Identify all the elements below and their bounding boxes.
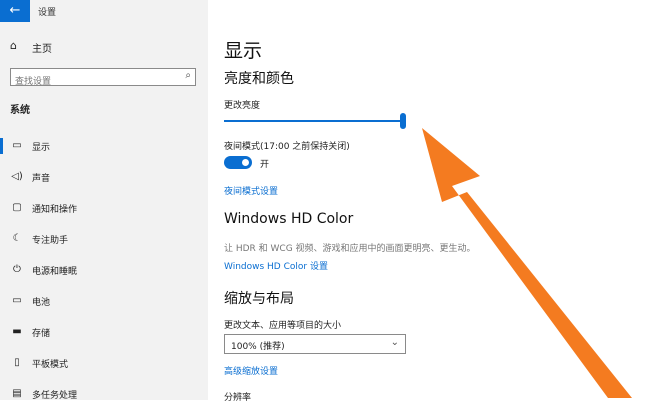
brightness-slider-thumb[interactable] bbox=[400, 113, 406, 129]
speaker-icon: ◁) bbox=[11, 171, 23, 182]
sidebar-item-multitasking[interactable]: ▤ 多任务处理 bbox=[0, 381, 208, 407]
chevron-down-icon: ⌄ bbox=[390, 337, 399, 348]
page-title: 显示 bbox=[224, 40, 263, 62]
home-label: 主页 bbox=[32, 44, 52, 55]
sidebar-item-label: 通知和操作 bbox=[32, 205, 78, 215]
sidebar-item-power[interactable]: ⏻ 电源和睡眠 bbox=[0, 257, 208, 283]
sidebar-item-tablet-mode[interactable]: ▯ 平板模式 bbox=[0, 350, 208, 376]
sidebar-item-label: 存储 bbox=[32, 329, 51, 339]
brightness-color-heading: 亮度和颜色 bbox=[224, 71, 294, 87]
main-content: 显示 亮度和颜色 更改亮度 夜间模式(17:00 之前保持关闭) 开 夜间模式设… bbox=[208, 0, 667, 403]
sidebar-item-focus-assist[interactable]: ☾ 专注助手 bbox=[0, 226, 208, 252]
sidebar: ← 设置 ⌂ 主页 ⌕ 系统 ▭ 显示 ◁) 声音 ▢ 通知和操作 ☾ 专注助手… bbox=[0, 0, 208, 401]
moon-icon: ☾ bbox=[12, 233, 22, 244]
hd-color-settings-link[interactable]: Windows HD Color 设置 bbox=[224, 259, 328, 272]
scale-dropdown[interactable]: 100% (推荐) ⌄ bbox=[224, 334, 406, 354]
sidebar-item-display[interactable]: ▭ 显示 bbox=[0, 133, 208, 159]
night-light-settings-link[interactable]: 夜间模式设置 bbox=[224, 184, 278, 197]
sidebar-item-battery[interactable]: ▭ 电池 bbox=[0, 288, 208, 314]
scale-dropdown-value: 100% (推荐) bbox=[231, 342, 285, 352]
hd-color-description: 让 HDR 和 WCG 视频、游戏和应用中的画面更明亮、更生动。 bbox=[224, 244, 476, 254]
sidebar-item-label: 专注助手 bbox=[32, 236, 69, 246]
search-box[interactable]: ⌕ bbox=[10, 68, 196, 90]
home-item[interactable]: ⌂ 主页 bbox=[0, 36, 208, 58]
monitor-icon: ▭ bbox=[12, 140, 22, 151]
night-light-toggle[interactable] bbox=[224, 156, 252, 169]
active-indicator bbox=[0, 138, 3, 154]
sidebar-item-label: 显示 bbox=[32, 143, 51, 153]
storage-icon: ▬ bbox=[12, 326, 22, 337]
sidebar-item-label: 声音 bbox=[32, 174, 51, 184]
sidebar-item-storage[interactable]: ▬ 存储 bbox=[0, 319, 208, 345]
scale-layout-heading: 缩放与布局 bbox=[224, 291, 294, 307]
night-light-state: 开 bbox=[260, 160, 270, 170]
title-bar: ← 设置 bbox=[0, 0, 208, 22]
search-input[interactable] bbox=[11, 74, 173, 90]
power-icon: ⏻ bbox=[13, 264, 21, 275]
toggle-knob bbox=[242, 159, 249, 166]
section-label: 系统 bbox=[10, 105, 30, 116]
back-button[interactable]: ← bbox=[0, 0, 30, 22]
search-icon[interactable]: ⌕ bbox=[185, 70, 191, 81]
notification-icon: ▢ bbox=[12, 202, 22, 213]
night-light-label: 夜间模式(17:00 之前保持关闭) bbox=[224, 142, 350, 152]
tablet-icon: ▯ bbox=[14, 357, 20, 368]
sidebar-item-sound[interactable]: ◁) 声音 bbox=[0, 164, 208, 190]
sidebar-item-label: 多任务处理 bbox=[32, 391, 78, 401]
brightness-label: 更改亮度 bbox=[224, 101, 261, 111]
hd-color-heading: Windows HD Color bbox=[224, 211, 354, 227]
sidebar-item-label: 电源和睡眠 bbox=[32, 267, 78, 277]
multitask-icon: ▤ bbox=[12, 388, 22, 399]
brightness-slider-track[interactable] bbox=[224, 120, 404, 122]
advanced-scaling-link[interactable]: 高级缩放设置 bbox=[224, 364, 278, 377]
app-title: 设置 bbox=[38, 8, 57, 18]
battery-icon: ▭ bbox=[12, 295, 22, 306]
resolution-label: 分辨率 bbox=[224, 393, 252, 403]
scale-label: 更改文本、应用等项目的大小 bbox=[224, 321, 342, 331]
home-icon: ⌂ bbox=[10, 39, 17, 52]
sidebar-item-label: 电池 bbox=[32, 298, 51, 308]
sidebar-item-notifications[interactable]: ▢ 通知和操作 bbox=[0, 195, 208, 221]
sidebar-item-label: 平板模式 bbox=[32, 360, 69, 370]
